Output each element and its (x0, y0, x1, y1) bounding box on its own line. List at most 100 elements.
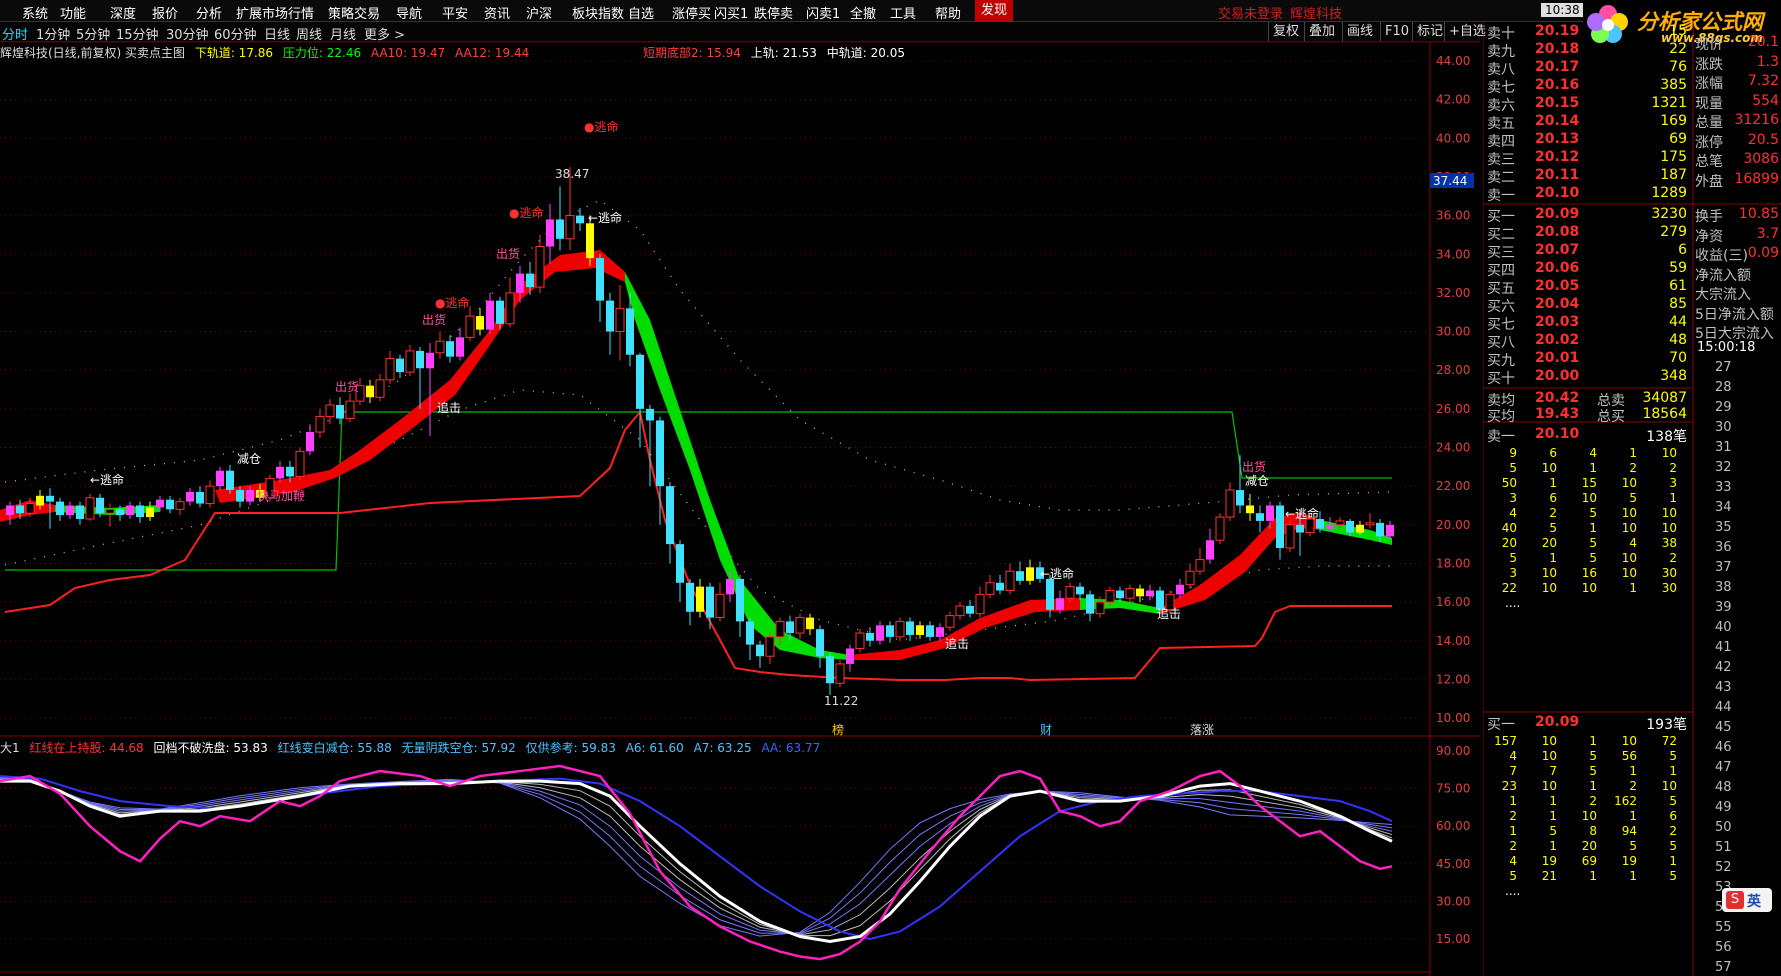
signal-escape-top: ●逃命 (584, 119, 618, 134)
candle-body (116, 509, 124, 516)
buy-level-label: 买五 (1487, 281, 1515, 297)
buy-level-volume: 3230 (1651, 206, 1687, 222)
buy-level-row: 买五 20.05 61 (1487, 278, 1687, 297)
queue-cell: 1 (1549, 476, 1557, 490)
candle-body (1056, 598, 1064, 610)
signal-sell-2: 出货 (422, 312, 446, 327)
queue-cell: 1 (1669, 491, 1677, 505)
sell-level-label: 卖九 (1487, 44, 1515, 60)
candle-body (186, 491, 194, 502)
signal-sell-4: 出货 (1242, 459, 1266, 474)
queue-cell: 5 (1549, 521, 1557, 535)
quote-row: 现价 20.1 (1695, 34, 1779, 53)
candle-body (486, 300, 494, 330)
signal-chase-2: 追击 (945, 636, 969, 651)
queue-cell: 22 (1501, 581, 1517, 595)
tick-row: 28 (1715, 380, 1732, 395)
tick-row: 38 (1715, 580, 1732, 595)
queue-row: 22 10 10 1 30 (1487, 581, 1687, 596)
buy-level-price: 20.00 (1535, 368, 1580, 384)
candle-body (806, 617, 814, 630)
candle-body (306, 432, 314, 452)
kline-chart[interactable]: 44.0042.0040.0038.0036.0034.0032.0030.00… (0, 0, 1480, 976)
queue-cell: 5 (1589, 506, 1597, 520)
ime-indicator[interactable]: S 英 (1722, 888, 1772, 912)
queue-more: .... (1505, 596, 1521, 610)
event-marker-3[interactable]: 落涨 (1190, 722, 1214, 737)
queue-row: 23 10 1 2 10 (1487, 779, 1687, 794)
candle-body (246, 490, 254, 502)
buy-level-label: 买三 (1487, 245, 1515, 261)
buy-level-label: 买九 (1487, 353, 1515, 369)
queue-cell: 1 (1629, 764, 1637, 778)
queue-cell: 56 (1621, 749, 1637, 763)
sub-tick: 45.00 (1436, 857, 1470, 871)
queue-cell: 3 (1509, 566, 1517, 580)
tick-row: 30 (1715, 420, 1732, 435)
quote-value: 10.85 (1738, 206, 1779, 222)
queue-cell: 2 (1629, 779, 1637, 793)
queue-cell: 10 (1621, 551, 1637, 565)
event-marker-2[interactable]: 财 (1040, 723, 1052, 737)
candle-body (1136, 588, 1144, 597)
queue-cell: 69 (1581, 854, 1597, 868)
candle-body (1335, 520, 1345, 526)
chart-title: 辉煌科技(日线,前复权) 买卖点主图 (0, 46, 185, 60)
queue-cell: 10 (1541, 749, 1557, 763)
price-tick: 16.00 (1436, 595, 1470, 609)
buy-level-label: 买二 (1487, 227, 1515, 243)
signal-sell-3: 出货 (335, 379, 359, 394)
sell-level-price: 20.18 (1535, 41, 1580, 57)
upper-band-value: 上轨: 21.53 (750, 46, 817, 60)
high-price-label: 38.47 (555, 167, 589, 181)
candle-body (526, 273, 534, 288)
event-marker-1[interactable]: 榜 (832, 722, 844, 737)
sell-level-price: 20.13 (1535, 131, 1580, 147)
queue-cell: 1 (1629, 809, 1637, 823)
tick-row: 41 (1715, 640, 1732, 655)
quote-row: 净资 3.7 (1695, 226, 1779, 245)
candle-body (236, 490, 244, 502)
quote-row: 换手 10.85 (1695, 206, 1779, 225)
queue-cell: 1 (1589, 734, 1597, 748)
ref-value: 仅供参考: 59.83 (525, 741, 616, 755)
queue-row: 5 10 1 2 2 (1487, 461, 1687, 476)
candle-body (426, 352, 434, 369)
tick-row: 44 (1715, 700, 1732, 715)
total-volume: 18564 (1642, 406, 1687, 422)
buy-level-price: 20.05 (1535, 278, 1580, 294)
candle-body (126, 505, 134, 516)
buy-level-label: 买八 (1487, 335, 1515, 351)
queue-cell: 162 (1614, 794, 1637, 808)
buy-level-row: 买六 20.04 85 (1487, 296, 1687, 315)
queue-cell: 10 (1621, 476, 1637, 490)
signal-chase-1: 追击 (437, 400, 461, 415)
queue-cell: 2 (1669, 551, 1677, 565)
candle-body (646, 408, 654, 421)
clock: 10:38 (1541, 3, 1584, 17)
queue-cell: 10 (1621, 734, 1637, 748)
candle-body (746, 621, 754, 645)
queue-cell: 5 (1509, 869, 1517, 883)
candle-body (586, 223, 594, 259)
quote-value: 7.32 (1747, 73, 1779, 89)
candle-body (1386, 524, 1394, 537)
sell-level-price: 20.14 (1535, 113, 1580, 129)
queue-cell: 10 (1541, 581, 1557, 595)
candle-body (76, 505, 84, 520)
candle-body (516, 273, 524, 293)
queue-price: 20.09 (1535, 714, 1580, 730)
queue-cell: 8 (1589, 824, 1597, 838)
quote-value: 554 (1752, 92, 1779, 109)
candle-body (66, 505, 74, 516)
quote-label: 换手 (1695, 209, 1723, 225)
quote-row: 现量 554 (1695, 93, 1779, 112)
buy-level-label: 买十 (1487, 371, 1515, 387)
candle-body (615, 307, 625, 333)
sell-level-volume: 22 (1669, 41, 1687, 57)
price-tick: 34.00 (1436, 247, 1470, 261)
queue-cell: 23 (1501, 779, 1517, 793)
candle-body (56, 501, 64, 516)
buy-level-volume: 59 (1669, 260, 1687, 276)
candle-body (985, 582, 995, 595)
